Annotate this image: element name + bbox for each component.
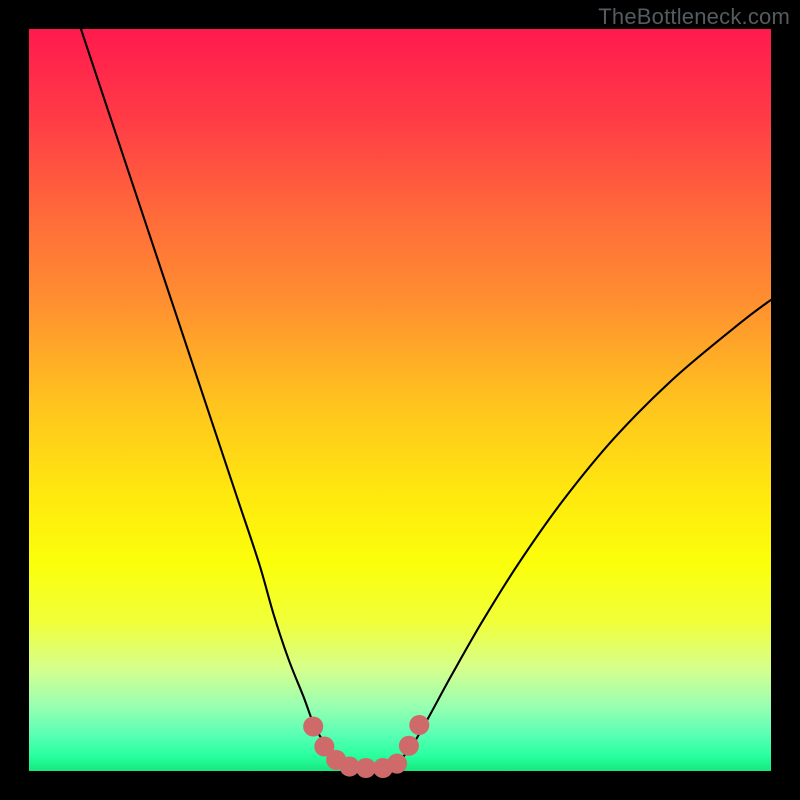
plot-area [29, 29, 771, 771]
marker-dot [356, 758, 376, 778]
marker-dot [387, 754, 407, 774]
marker-dot [399, 736, 419, 756]
watermark-text: TheBottleneck.com [598, 4, 790, 30]
marker-dot [303, 716, 323, 736]
right-curve [393, 300, 771, 767]
bottom-marker-dots [303, 715, 429, 778]
chart-frame: TheBottleneck.com [0, 0, 800, 800]
curves-layer [29, 29, 771, 771]
left-curve [81, 29, 348, 767]
marker-dot [409, 715, 429, 735]
